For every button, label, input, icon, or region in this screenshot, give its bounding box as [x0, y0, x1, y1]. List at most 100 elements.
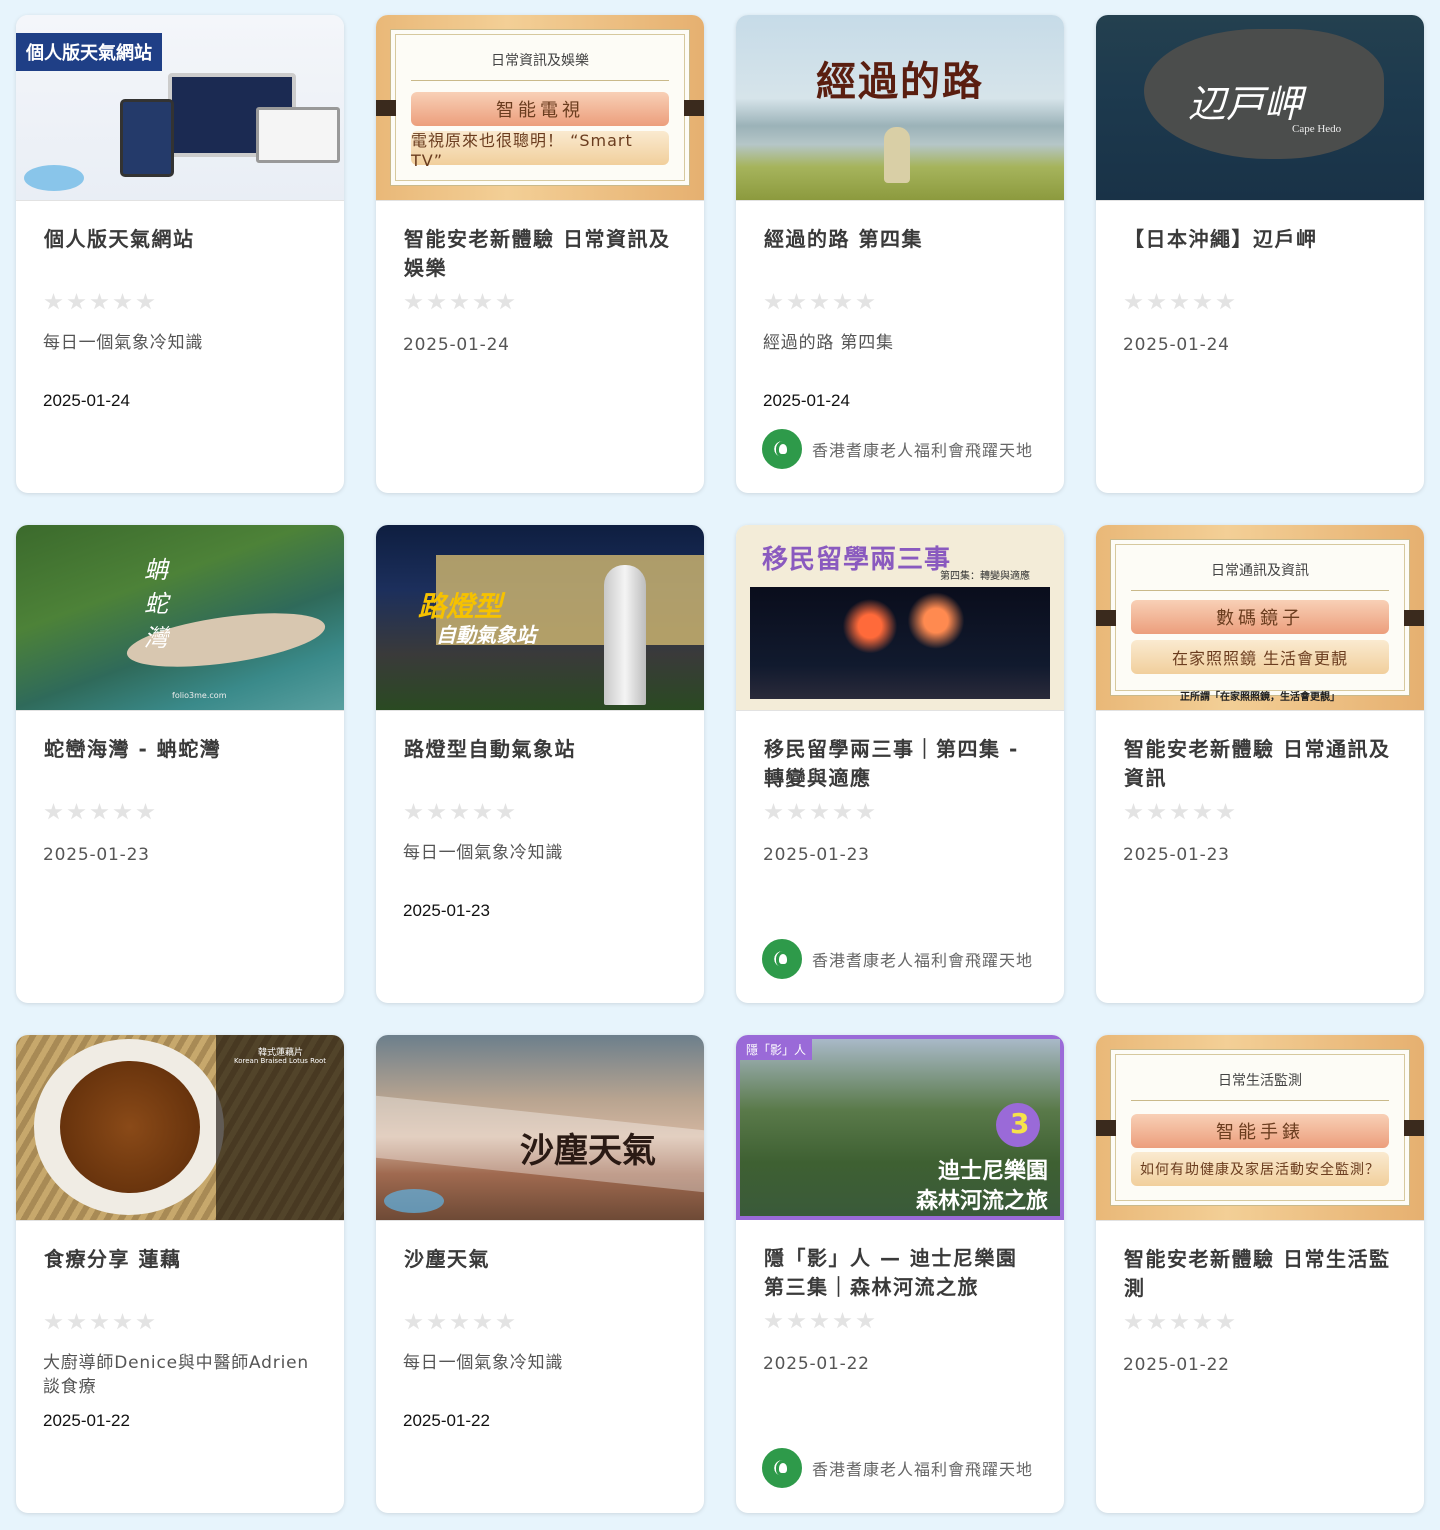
fireworks-photo [750, 587, 1050, 699]
thumbnail-pill: 智能電視 [411, 92, 669, 126]
card-title[interactable]: 智能安老新體驗 日常生活監測 [1124, 1245, 1400, 1303]
video-card[interactable]: 辺戸岬 Cape Hedo 【日本沖繩】辺戶岬 2025-01-24 [1096, 15, 1424, 493]
thumbnail-subtitle: 自動氣象站 [436, 623, 536, 647]
lotus-root-dish [60, 1061, 200, 1193]
card-date: 2025-01-22 [403, 1411, 490, 1430]
thumbnail-subtitle: 森林河流之旅 [915, 1189, 1048, 1214]
video-card[interactable]: 移民留學兩三事 第四集：轉變與適應 移民留學兩三事｜第四集 - 轉變與適應 20… [736, 525, 1064, 1003]
thumbnail-pill: 如何有助健康及家居活動安全監測？ [1131, 1152, 1389, 1186]
thumbnail-title: 沙塵天氣 [520, 1131, 656, 1171]
thumbnail-title: 蚺蛇灣 [144, 556, 168, 652]
organization-logo-icon [762, 429, 802, 469]
card-thumbnail[interactable]: 個人版天氣網站 [16, 15, 344, 201]
thumbnail-header: 日常生活監測 [1218, 1073, 1302, 1089]
banner-tab [1404, 610, 1424, 626]
video-card[interactable]: 日常資訊及娛樂 智能電視 電視原來也很聰明！ “Smart TV” 智能安老新體… [376, 15, 704, 493]
card-thumbnail[interactable]: 經過的路 [736, 15, 1064, 201]
star-icon [856, 1312, 875, 1329]
star-icon [764, 293, 783, 310]
card-thumbnail[interactable]: 沙塵天氣 [376, 1035, 704, 1221]
star-icon [496, 1313, 515, 1330]
card-date: 2025-01-24 [1123, 335, 1230, 355]
card-title[interactable]: 食療分享 蓮藕 [44, 1245, 320, 1274]
thumbnail-pill: 在家照照鏡 生活會更靚 [1131, 640, 1389, 674]
card-date: 2025-01-22 [763, 1354, 870, 1374]
video-card[interactable]: 日常生活監測 智能手錶 如何有助健康及家居活動安全監測？ 智能安老新體驗 日常生… [1096, 1035, 1424, 1513]
card-thumbnail[interactable]: 韓式蓮藕片 Korean Braised Lotus Root [16, 1035, 344, 1221]
card-date: 2025-01-23 [43, 845, 150, 865]
star-icon [136, 1313, 155, 1330]
thumbnail-title: 辺戸岬 [1188, 82, 1303, 126]
star-icon [787, 1312, 806, 1329]
video-card[interactable]: 韓式蓮藕片 Korean Braised Lotus Root 食療分享 蓮藕 … [16, 1035, 344, 1513]
card-thumbnail[interactable]: 辺戸岬 Cape Hedo [1096, 15, 1424, 201]
organization-logo-icon [762, 1448, 802, 1488]
star-icon [1147, 1313, 1166, 1330]
thumbnail-subtitle: 第四集：轉變與適應 [940, 571, 1030, 582]
star-icon [427, 1313, 446, 1330]
card-date: 2025-01-23 [1123, 845, 1230, 865]
card-title[interactable]: 經過的路 第四集 [764, 225, 1040, 254]
banner-tab [684, 100, 704, 116]
video-card[interactable]: 個人版天氣網站 個人版天氣網站 每日一個氣象冷知識 2025-01-24 [16, 15, 344, 493]
star-icon [473, 1313, 492, 1330]
video-card[interactable]: 經過的路 經過的路 第四集 經過的路 第四集 2025-01-24 香港耆康老人… [736, 15, 1064, 493]
thumbnail-title: 移民留學兩三事 [762, 545, 952, 575]
card-thumbnail[interactable]: 隱「影」人 3 迪士尼樂園 森林河流之旅 [736, 1035, 1064, 1220]
video-card[interactable]: 隱「影」人 3 迪士尼樂園 森林河流之旅 隱「影」人 — 迪士尼樂園 第三集｜森… [736, 1035, 1064, 1513]
card-title[interactable]: 智能安老新體驗 日常資訊及娛樂 [404, 225, 680, 283]
star-icon [44, 803, 63, 820]
star-icon [67, 293, 86, 310]
star-icon [810, 803, 829, 820]
organization[interactable]: 香港耆康老人福利會飛躍天地 [762, 429, 1033, 469]
card-thumbnail[interactable]: 日常資訊及娛樂 智能電視 電視原來也很聰明！ “Smart TV” [376, 15, 704, 201]
card-thumbnail[interactable]: 日常通訊及資訊 數碼鏡子 在家照照鏡 生活會更靚 正所謂「在家照照鏡，生活會更靚… [1096, 525, 1424, 711]
rating-stars [1124, 1313, 1235, 1331]
star-icon [1147, 293, 1166, 310]
star-icon [833, 803, 852, 820]
thumbnail-header: 日常資訊及娛樂 [491, 53, 589, 69]
card-description: 每日一個氣象冷知識 [403, 1353, 564, 1373]
card-thumbnail[interactable]: 日常生活監測 智能手錶 如何有助健康及家居活動安全監測？ [1096, 1035, 1424, 1221]
organization-name: 香港耆康老人福利會飛躍天地 [812, 1460, 1034, 1479]
star-icon [67, 803, 86, 820]
star-icon [473, 803, 492, 820]
star-icon [833, 293, 852, 310]
banner-tab [376, 100, 396, 116]
card-title[interactable]: 【日本沖繩】辺戶岬 [1124, 225, 1400, 254]
banner-tab [1404, 1120, 1424, 1136]
video-card[interactable]: 蚺蛇灣 folio3me.com 蛇巒海灣 - 蚺蛇灣 2025-01-23 [16, 525, 344, 1003]
rating-stars [764, 803, 875, 821]
card-thumbnail[interactable]: 移民留學兩三事 第四集：轉變與適應 [736, 525, 1064, 711]
card-title[interactable]: 路燈型自動氣象站 [404, 735, 680, 764]
card-thumbnail[interactable]: 蚺蛇灣 folio3me.com [16, 525, 344, 711]
thumbnail-subtitle: folio3me.com [172, 691, 227, 700]
rating-stars [404, 293, 515, 311]
organization[interactable]: 香港耆康老人福利會飛躍天地 [762, 1448, 1033, 1488]
banner-frame: 日常生活監測 智能手錶 如何有助健康及家居活動安全監測？ [1110, 1049, 1410, 1206]
card-title[interactable]: 沙塵天氣 [404, 1245, 680, 1274]
card-title[interactable]: 移民留學兩三事｜第四集 - 轉變與適應 [764, 735, 1040, 793]
star-icon [764, 1312, 783, 1329]
star-icon [1216, 293, 1235, 310]
rating-stars [764, 293, 875, 311]
card-title[interactable]: 智能安老新體驗 日常通訊及資訊 [1124, 735, 1400, 793]
card-title[interactable]: 個人版天氣網站 [44, 225, 320, 254]
card-title[interactable]: 隱「影」人 — 迪士尼樂園 第三集｜森林河流之旅 [764, 1244, 1040, 1302]
thumbnail-title: 經過的路 [816, 59, 984, 105]
organization[interactable]: 香港耆康老人福利會飛躍天地 [762, 939, 1033, 979]
card-description: 每日一個氣象冷知識 [43, 333, 204, 353]
star-icon [856, 293, 875, 310]
video-card[interactable]: 沙塵天氣 沙塵天氣 每日一個氣象冷知識 2025-01-22 [376, 1035, 704, 1513]
card-date: 2025-01-22 [43, 1411, 130, 1430]
card-thumbnail[interactable]: 路燈型 自動氣象站 [376, 525, 704, 711]
star-icon [44, 293, 63, 310]
video-card[interactable]: 日常通訊及資訊 數碼鏡子 在家照照鏡 生活會更靚 正所謂「在家照照鏡，生活會更靚… [1096, 525, 1424, 1003]
banner-frame: 日常通訊及資訊 數碼鏡子 在家照照鏡 生活會更靚 正所謂「在家照照鏡，生活會更靚… [1110, 539, 1410, 703]
thumbnail-title: 迪士尼樂園 [937, 1159, 1048, 1184]
star-icon [427, 803, 446, 820]
star-icon [113, 1313, 132, 1330]
card-title[interactable]: 蛇巒海灣 - 蚺蛇灣 [44, 735, 320, 764]
star-icon [113, 803, 132, 820]
video-card[interactable]: 路燈型 自動氣象站 路燈型自動氣象站 每日一個氣象冷知識 2025-01-23 [376, 525, 704, 1003]
